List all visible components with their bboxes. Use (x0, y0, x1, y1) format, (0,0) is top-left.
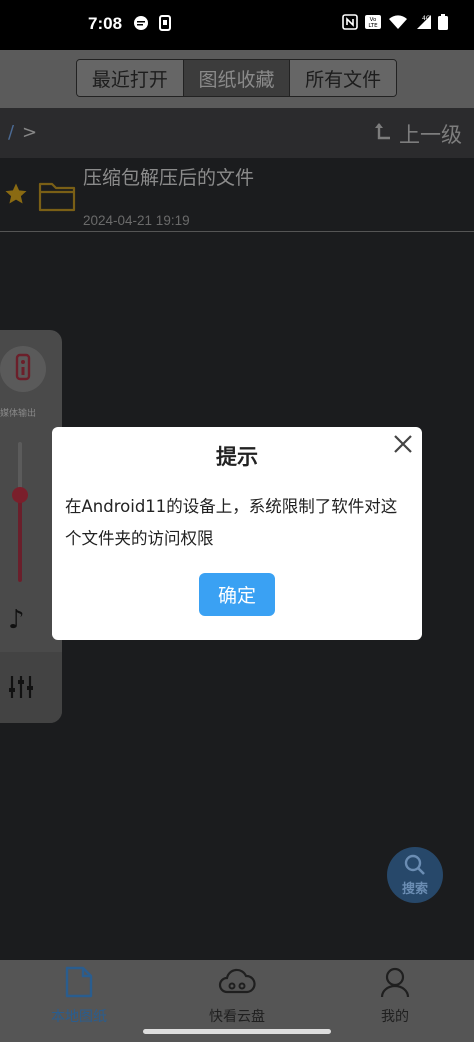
volte-icon: Vo LTE (364, 14, 382, 30)
file-list-item[interactable]: 压缩包解压后的文件 2024-04-21 19:19 (0, 158, 474, 232)
tab-favorites[interactable]: 图纸收藏 (183, 60, 291, 96)
up-level-label: 上一级 (399, 123, 462, 147)
nfc-icon (342, 14, 358, 30)
top-tabs-bar: 最近打开 图纸收藏 所有文件 (0, 50, 474, 108)
battery-icon (438, 14, 448, 30)
svg-text:LTE: LTE (368, 23, 378, 29)
status-time: 7:08 (88, 14, 123, 33)
search-fab[interactable]: 搜索 (387, 847, 443, 903)
equalizer-button[interactable] (0, 652, 62, 723)
star-icon[interactable] (4, 182, 28, 210)
tab-all-files[interactable]: 所有文件 (290, 60, 396, 96)
status-system-icons: Vo LTE 4G (342, 14, 448, 30)
tab-recent[interactable]: 最近打开 (77, 60, 184, 96)
nav-me-label: 我的 (381, 1009, 409, 1025)
dialog-title: 提示 (216, 445, 258, 469)
file-modified-time: 2024-04-21 19:19 (83, 213, 190, 228)
media-output-label: 媒体输出 (0, 409, 37, 419)
close-icon[interactable] (392, 433, 414, 455)
search-fab-label: 搜索 (401, 881, 428, 897)
permission-dialog: 提示 在Android11的设备上，系统限制了软件对这个文件夹的访问权限 确定 (52, 427, 422, 640)
file-name: 压缩包解压后的文件 (83, 167, 255, 189)
volume-slider-thumb[interactable] (12, 487, 28, 504)
up-level-button[interactable]: 上一级 (375, 119, 462, 149)
volume-slider[interactable] (18, 442, 22, 582)
nav-local-drawings[interactable]: 本地图纸 (0, 960, 158, 1042)
nav-cloud-drive-label: 快看云盘 (209, 1009, 265, 1025)
segmented-tabs: 最近打开 图纸收藏 所有文件 (76, 59, 397, 97)
folder-icon (38, 180, 76, 216)
path-bar: / > 上一级 (0, 108, 474, 158)
status-notification-icons (133, 15, 171, 31)
up-arrow-icon (375, 122, 393, 147)
person-icon (379, 966, 411, 1002)
document-icon (64, 966, 94, 1002)
status-bar: 7:08 Vo LTE 4G (0, 0, 474, 50)
wifi-icon (388, 14, 408, 30)
network-type-label: 4G (422, 15, 431, 22)
nav-local-drawings-label: 本地图纸 (51, 1009, 107, 1025)
volume-slider-fill (18, 495, 22, 582)
breadcrumb-separator: > (22, 122, 38, 143)
dialog-message: 在Android11的设备上，系统限制了软件对这个文件夹的访问权限 (65, 497, 398, 548)
nav-me[interactable]: 我的 (316, 960, 474, 1042)
music-note-icon[interactable]: ♪ (8, 605, 25, 635)
chat-notification-icon (133, 15, 149, 31)
home-indicator[interactable] (143, 1029, 331, 1034)
cellular-signal-icon: 4G (414, 14, 432, 30)
phone-notification-icon (159, 15, 171, 31)
speaker-icon (15, 353, 31, 385)
equalizer-icon (8, 674, 34, 704)
breadcrumb-root[interactable]: / (8, 122, 14, 143)
media-output-button[interactable] (0, 346, 46, 392)
confirm-button[interactable]: 确定 (199, 573, 275, 616)
cloud-icon (218, 966, 256, 1002)
search-icon (404, 854, 426, 880)
